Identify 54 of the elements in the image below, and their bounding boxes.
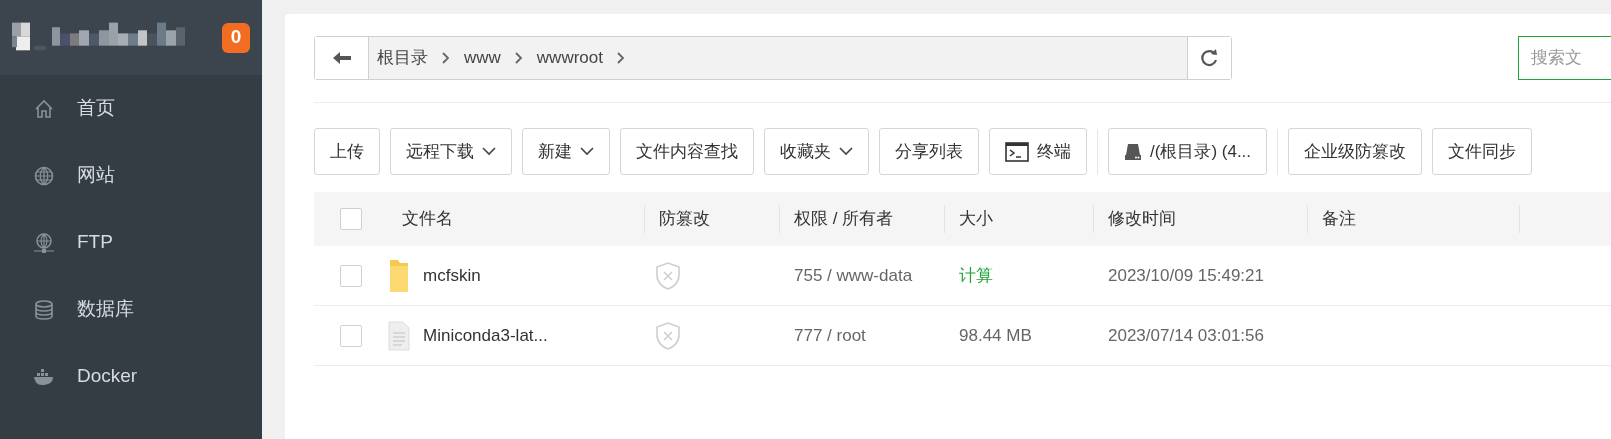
permission-text[interactable]: 755 / www-data: [794, 265, 913, 285]
refresh-button[interactable]: [1186, 37, 1231, 79]
terminal-icon: [1005, 141, 1029, 162]
chevron-right-icon: [616, 52, 625, 64]
refresh-icon: [1199, 48, 1220, 68]
file-icon: [388, 320, 410, 351]
modified-time: 2023/07/14 03:01:56: [1108, 325, 1264, 345]
toolbar-button[interactable]: 企业级防篡改: [1288, 128, 1423, 175]
caret-icon: [839, 147, 853, 156]
globe-icon: [33, 164, 55, 187]
column-header[interactable]: 防篡改: [659, 206, 710, 232]
sidebar-item[interactable]: 首页: [0, 75, 262, 142]
breadcrumb-link[interactable]: wwwroot: [536, 45, 603, 71]
toolbar-button[interactable]: 新建: [522, 128, 610, 175]
sidebar-item[interactable]: 数据库: [0, 276, 262, 343]
chevron-right-icon: [442, 52, 450, 64]
toolbar-button[interactable]: 上传: [314, 128, 380, 175]
shield-x-icon: [655, 261, 681, 290]
row-checkbox[interactable]: [340, 324, 362, 347]
sidebar-item[interactable]: Docker: [0, 343, 262, 410]
permission-text[interactable]: 777 / root: [794, 325, 866, 345]
folder-icon: [388, 257, 410, 294]
toolbar-button[interactable]: 远程下载: [390, 128, 512, 175]
modified-time: 2023/10/09 15:49:21: [1108, 265, 1264, 285]
caret-icon: [482, 147, 496, 156]
database-icon: [33, 298, 55, 321]
shield-x-icon: [655, 321, 681, 350]
column-header[interactable]: 修改时间: [1108, 206, 1176, 232]
file-name-link[interactable]: mcfskin: [423, 262, 481, 289]
toolbar-button[interactable]: /(根目录) (4...: [1108, 128, 1268, 175]
select-all-checkbox[interactable]: [340, 208, 362, 230]
home-icon: [33, 97, 55, 120]
sidebar-item[interactable]: FTP: [0, 209, 262, 276]
size-text: 98.44 MB: [959, 325, 1032, 345]
toolbar-button[interactable]: 收藏夹: [764, 128, 869, 175]
column-header[interactable]: 文件名: [402, 206, 453, 232]
row-checkbox[interactable]: [340, 264, 362, 287]
column-header[interactable]: 权限 / 所有者: [794, 206, 894, 232]
caret-icon: [580, 147, 594, 156]
file-name-link[interactable]: Miniconda3-lat...: [423, 322, 548, 349]
column-header[interactable]: 备注: [1322, 206, 1356, 232]
hard-drive-icon: [1124, 142, 1142, 161]
back-arrow-icon: [332, 51, 351, 65]
toolbar-button[interactable]: 文件同步: [1432, 128, 1533, 175]
sidebar-item[interactable]: 网站: [0, 142, 262, 209]
ftp-icon: [33, 231, 55, 254]
breadcrumb-link[interactable]: 根目录: [377, 45, 428, 71]
toolbar-button[interactable]: 分享列表: [879, 128, 979, 175]
back-button[interactable]: [315, 37, 369, 79]
toolbar-button[interactable]: 终端: [989, 128, 1087, 175]
breadcrumb-link[interactable]: www: [464, 45, 501, 71]
chevron-right-icon: [514, 52, 523, 64]
toolbar-button[interactable]: 文件内容查找: [620, 128, 754, 175]
column-header[interactable]: 大小: [959, 206, 993, 232]
